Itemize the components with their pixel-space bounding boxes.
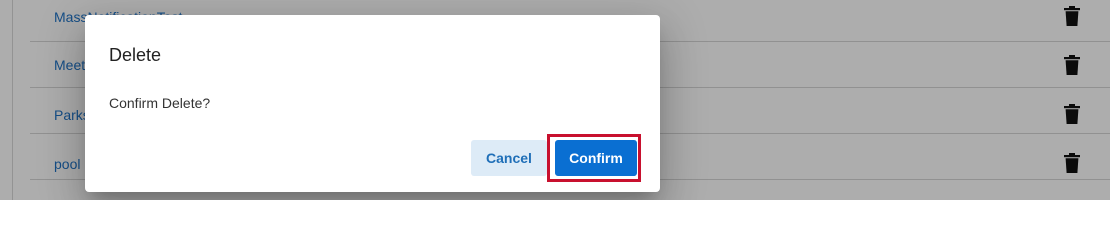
- confirm-button[interactable]: Confirm: [555, 140, 637, 176]
- dialog-message: Confirm Delete?: [109, 95, 211, 111]
- dialog-title: Delete: [109, 45, 162, 65]
- page: MassNotificationTest Meeting Parks pool: [0, 0, 1110, 200]
- delete-dialog: Delete Confirm Delete? Cancel Confirm: [85, 15, 660, 192]
- cancel-button[interactable]: Cancel: [471, 140, 547, 176]
